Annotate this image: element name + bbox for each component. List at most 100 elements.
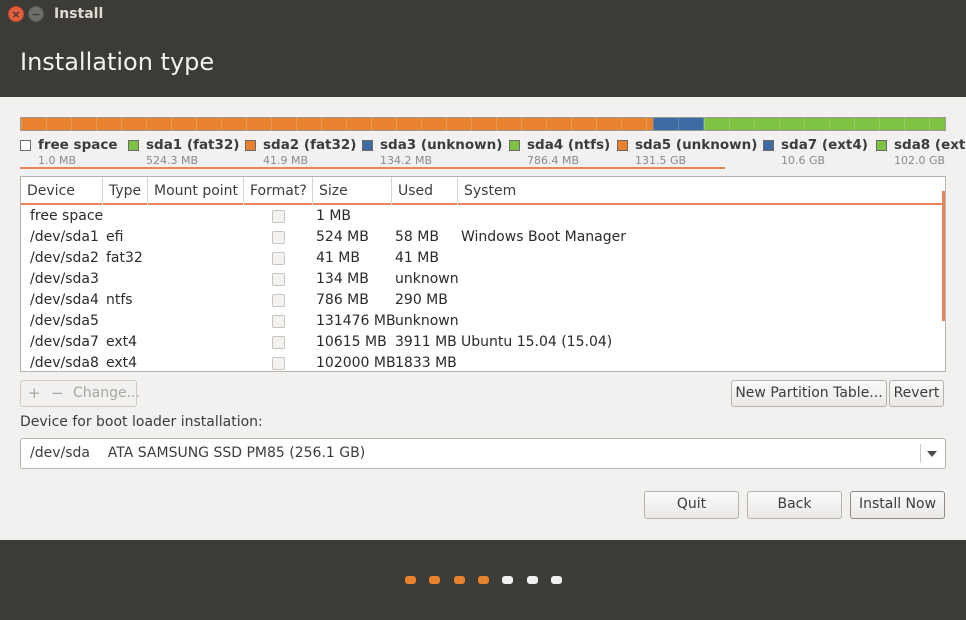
partition-legend: free space 1.0 MB sda1 (fat32) 524.3 MB sda2…	[20, 137, 966, 169]
progress-step-dot	[550, 576, 562, 584]
format-checkbox[interactable]	[272, 252, 285, 265]
format-checkbox[interactable]	[272, 315, 285, 328]
progress-step-dot	[526, 576, 538, 584]
bootloader-device-select[interactable]: /dev/sda ATA SAMSUNG SSD PM85 (256.1 GB)	[20, 438, 946, 469]
cell-device: /dev/sda3	[30, 271, 99, 287]
format-checkbox[interactable]	[272, 273, 285, 286]
legend-partition-name: sda2 (fat32)	[263, 137, 357, 153]
cell-used: 58 MB	[395, 229, 439, 245]
progress-footer	[0, 540, 966, 620]
legend-swatch	[128, 140, 139, 151]
format-checkbox[interactable]	[272, 357, 285, 370]
cell-type: ext4	[106, 334, 138, 350]
cell-type: fat32	[106, 250, 143, 266]
table-row[interactable]: free space 1 MB	[21, 206, 941, 227]
col-device[interactable]: Device	[21, 177, 103, 205]
cell-system: Ubuntu 15.04 (15.04)	[461, 334, 613, 350]
progress-step-dot	[453, 576, 465, 584]
change-partition-button[interactable]: Change...	[73, 381, 140, 406]
legend-partition-name: free space	[38, 137, 118, 153]
table-row[interactable]: /dev/sda3 134 MB unknown	[21, 269, 941, 290]
close-icon[interactable]: ×	[8, 6, 24, 22]
cell-type: ntfs	[106, 292, 133, 308]
cell-size: 524 MB	[316, 229, 369, 245]
table-row[interactable]: /dev/sda1 efi 524 MB 58 MB Windows Boot Mana…	[21, 227, 941, 248]
combo-separator	[920, 444, 921, 463]
legend-partition-size: 131.5 GB	[635, 154, 687, 167]
progress-step-dot	[405, 576, 416, 584]
new-partition-table-button[interactable]: New Partition Table...	[731, 380, 887, 407]
format-checkbox[interactable]	[272, 336, 285, 349]
cell-size: 41 MB	[316, 250, 360, 266]
disk-usage-bar	[20, 117, 946, 131]
table-row[interactable]: /dev/sda4 ntfs 786 MB 290 MB	[21, 290, 941, 311]
format-checkbox[interactable]	[272, 210, 285, 223]
cell-type: efi	[106, 229, 124, 245]
chevron-down-icon[interactable]	[927, 451, 937, 457]
table-row[interactable]: /dev/sda7 ext4 10615 MB 3911 MB Ubuntu 15.04…	[21, 332, 941, 353]
cell-system: Windows Boot Manager	[461, 229, 626, 245]
legend-partition-size: 1.0 MB	[38, 154, 77, 167]
col-size[interactable]: Size	[313, 177, 392, 205]
col-format[interactable]: Format?	[244, 177, 313, 205]
cell-device: /dev/sda5	[30, 313, 99, 329]
main-content: free space 1.0 MB sda1 (fat32) 524.3 MB sda2…	[0, 97, 966, 540]
cell-size: 131476 MB	[316, 313, 396, 329]
cell-used: 3911 MB	[395, 334, 457, 350]
table-row[interactable]: /dev/sda5 131476 MB unknown	[21, 311, 941, 332]
install-now-button[interactable]: Install Now	[850, 491, 945, 519]
cell-used: 41 MB	[395, 250, 439, 266]
col-mount-point[interactable]: Mount point	[148, 177, 244, 205]
cell-device: /dev/sda8	[30, 355, 99, 371]
legend-partition-name: sda7 (ext4)	[781, 137, 868, 153]
legend-partition-size: 524.3 MB	[146, 154, 199, 167]
col-system[interactable]: System	[458, 177, 945, 205]
disk-segment	[653, 118, 704, 130]
cell-size: 102000 MB	[316, 355, 396, 371]
progress-step-dot	[429, 576, 441, 584]
page-header: Installation type	[0, 28, 966, 97]
legend-scrollbar[interactable]	[20, 167, 725, 169]
revert-button[interactable]: Revert	[889, 380, 944, 407]
cell-used: 290 MB	[395, 292, 448, 308]
progress-step-dot	[477, 576, 489, 584]
cell-device: /dev/sda2	[30, 250, 99, 266]
page-title: Installation type	[20, 48, 215, 76]
title-bar: × − Install	[0, 0, 966, 28]
table-row[interactable]: /dev/sda8 ext4 102000 MB 1833 MB	[21, 353, 941, 371]
partition-table: Device Type Mount point Format? Size Use…	[20, 176, 946, 372]
remove-partition-button[interactable]: −	[51, 381, 64, 406]
legend-swatch	[245, 140, 256, 151]
disk-segment	[21, 118, 653, 130]
col-used[interactable]: Used	[392, 177, 458, 205]
legend-swatch	[876, 140, 887, 151]
legend-partition-size: 41.9 MB	[263, 154, 309, 167]
col-type[interactable]: Type	[103, 177, 148, 205]
table-row[interactable]: /dev/sda2 fat32 41 MB 41 MB	[21, 248, 941, 269]
format-checkbox[interactable]	[272, 231, 285, 244]
legend-swatch	[617, 140, 628, 151]
format-checkbox[interactable]	[272, 294, 285, 307]
cell-device: /dev/sda7	[30, 334, 99, 350]
add-partition-button[interactable]: +	[28, 381, 41, 406]
legend-partition-size: 786.4 MB	[527, 154, 580, 167]
cell-device: /dev/sda1	[30, 229, 99, 245]
cell-used: unknown	[395, 313, 459, 329]
disk-segment	[704, 118, 945, 130]
legend-partition-size: 102.0 GB	[894, 154, 946, 167]
table-header: Device Type Mount point Format? Size Use…	[21, 177, 945, 205]
window-title: Install	[54, 6, 104, 22]
minimize-icon[interactable]: −	[28, 6, 44, 22]
cell-size: 134 MB	[316, 271, 369, 287]
legend-swatch	[509, 140, 520, 151]
back-button[interactable]: Back	[747, 491, 842, 519]
partition-edit-buttons: + − Change...	[20, 380, 140, 407]
quit-button[interactable]: Quit	[644, 491, 739, 519]
legend-partition-name: sda1 (fat32)	[146, 137, 240, 153]
table-scrollbar[interactable]	[942, 191, 945, 321]
cell-used: 1833 MB	[395, 355, 457, 371]
cell-device: /dev/sda4	[30, 292, 99, 308]
legend-swatch	[362, 140, 373, 151]
cell-size: 10615 MB	[316, 334, 387, 350]
legend-swatch	[763, 140, 774, 151]
